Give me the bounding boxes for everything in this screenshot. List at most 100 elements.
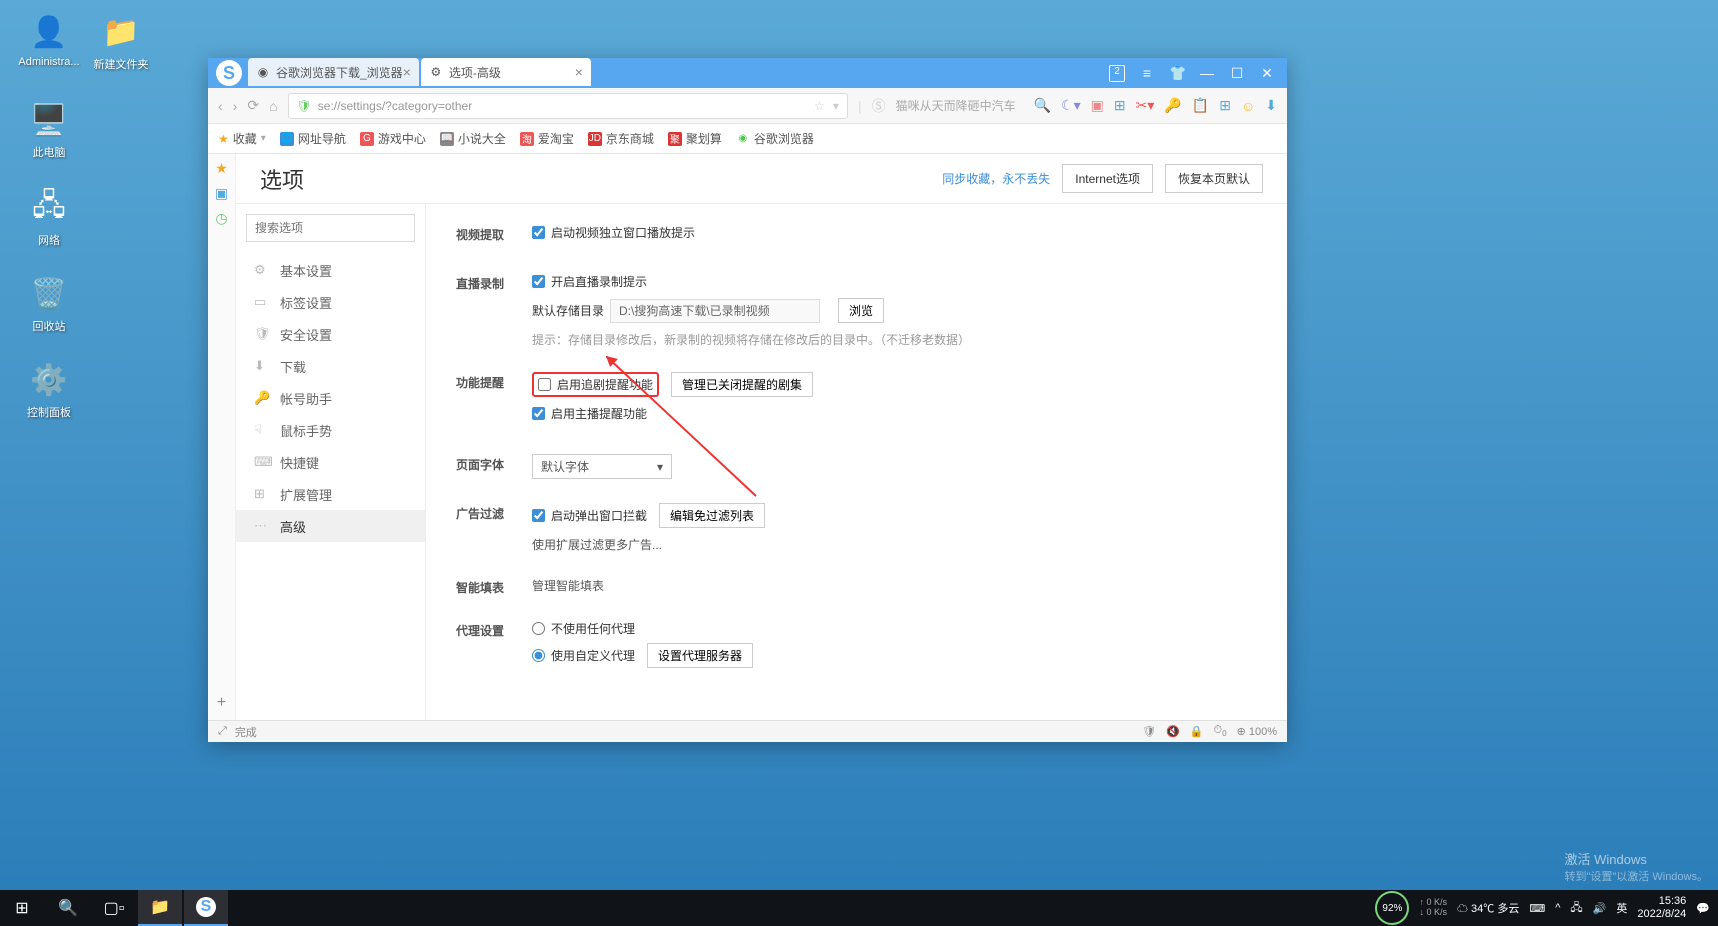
tab-settings-advanced[interactable]: ⚙ 选项-高级 × <box>421 58 591 86</box>
tray-volume-icon[interactable]: 🔊 <box>1593 902 1607 915</box>
nav-tabs[interactable]: ▭标签设置 <box>236 286 425 318</box>
lock-icon[interactable]: 🔒 <box>1190 725 1204 738</box>
nav-gesture[interactable]: ☟鼠标手势 <box>236 414 425 446</box>
speed-icon[interactable]: ⏱0 <box>1214 724 1227 738</box>
bookmark-novel[interactable]: 📖小说大全 <box>440 130 506 147</box>
menu-icon[interactable]: ≡ <box>1139 65 1155 82</box>
restore-defaults-button[interactable]: 恢复本页默认 <box>1165 164 1263 193</box>
desktop-icon-network[interactable]: 🖧网络 <box>14 188 84 248</box>
grid-icon[interactable]: ⊞ <box>1219 97 1231 114</box>
sogou-search-icon[interactable]: Ⓢ <box>872 96 886 116</box>
favorites-button[interactable]: ★收藏▾ <box>218 130 266 147</box>
bookmark-game[interactable]: G游戏中心 <box>360 130 426 147</box>
chevron-down-icon[interactable]: ▾ <box>833 99 839 113</box>
search-icon[interactable]: 🔍 <box>1034 97 1051 114</box>
bookmark-chrome[interactable]: ◉谷歌浏览器 <box>736 130 814 147</box>
tab-close-icon[interactable]: × <box>575 64 583 80</box>
translate-icon[interactable]: ⊞ <box>1114 97 1126 114</box>
desktop-icon-control-panel[interactable]: ⚙️控制面板 <box>14 360 84 420</box>
cb-drama-reminder[interactable] <box>538 378 551 391</box>
moon-icon[interactable]: ☾▾ <box>1061 97 1081 114</box>
desktop-icon-recycle[interactable]: 🗑️回收站 <box>14 274 84 334</box>
note-icon[interactable]: 📋 <box>1192 97 1209 114</box>
key-icon[interactable]: 🔑 <box>1164 97 1181 114</box>
font-select[interactable]: 默认字体▾ <box>532 454 672 479</box>
bookmark-nav[interactable]: 🌐网址导航 <box>280 130 346 147</box>
tab-chrome-download[interactable]: ◉ 谷歌浏览器下载_浏览器 × <box>248 58 419 86</box>
internet-options-button[interactable]: Internet选项 <box>1062 164 1153 193</box>
download-icon[interactable]: ⬇ <box>1265 97 1277 114</box>
start-button[interactable]: ⊞ <box>0 890 44 926</box>
manage-smart-fill-link[interactable]: 管理智能填表 <box>532 579 604 593</box>
edit-filter-list-button[interactable]: 编辑免过滤列表 <box>659 503 765 528</box>
maximize-icon[interactable]: ☐ <box>1229 65 1245 82</box>
manage-closed-reminders-button[interactable]: 管理已关闭提醒的剧集 <box>671 372 813 397</box>
tray-chevron-icon[interactable]: ^ <box>1555 902 1560 914</box>
radio-custom-proxy[interactable] <box>532 649 545 662</box>
tray-network-icon[interactable]: 🖧 <box>1570 899 1582 918</box>
nav-basic[interactable]: ⚙基本设置 <box>236 254 425 286</box>
network-speed[interactable]: ↑ 0 K/s ↓ 0 K/s <box>1419 898 1447 918</box>
minimize-icon[interactable]: — <box>1199 65 1215 82</box>
bookmark-juhuasuan[interactable]: 聚聚划算 <box>668 130 722 147</box>
nav-account[interactable]: 🔑帐号助手 <box>236 382 425 414</box>
record-path-input[interactable] <box>610 299 820 323</box>
browse-button[interactable]: 浏览 <box>838 298 884 323</box>
radio-no-proxy[interactable] <box>532 622 545 635</box>
cb-anchor-reminder[interactable] <box>532 407 545 420</box>
address-bar[interactable]: 🛡 se://settings/?category=other ☆ ▾ <box>288 93 848 119</box>
scissors-icon[interactable]: ✂▾ <box>1136 97 1155 114</box>
section-live-record-label: 直播录制 <box>456 273 532 348</box>
title-bar[interactable]: S ◉ 谷歌浏览器下载_浏览器 × ⚙ 选项-高级 × 2 ≡ 👕 — ☐ ✕ <box>208 58 1287 88</box>
nav-hotkey[interactable]: ⌨快捷键 <box>236 446 425 478</box>
highlighted-drama-reminder: 启用追剧提醒功能 <box>532 372 659 397</box>
zoom-indicator[interactable]: ⊕ 100% <box>1237 725 1277 738</box>
star-tab-icon[interactable]: ★ <box>215 160 228 177</box>
nav-advanced[interactable]: ⋯高级 <box>236 510 425 542</box>
task-view-button[interactable]: ▢▫ <box>92 890 136 926</box>
weather-indicator[interactable]: ☁ 34℃ 多云 <box>1457 900 1519 916</box>
explorer-taskbar-icon[interactable]: 📁 <box>138 890 182 926</box>
desktop-icon-folder[interactable]: 📁新建文件夹 <box>86 12 156 72</box>
sogou-taskbar-icon[interactable]: S <box>184 890 228 926</box>
expand-icon[interactable]: ⤢ <box>218 725 227 738</box>
back-icon[interactable]: ‹ <box>218 98 223 114</box>
star-icon[interactable]: ☆ <box>814 99 825 113</box>
url-bar: ‹ › ⟳ ⌂ 🛡 se://settings/?category=other … <box>208 88 1287 124</box>
clock[interactable]: 15:36 2022/8/24 <box>1637 895 1686 921</box>
cb-video-popup[interactable] <box>532 226 545 239</box>
nav-extensions[interactable]: ⊞扩展管理 <box>236 478 425 510</box>
sync-link[interactable]: 同步收藏，永不丢失 <box>942 170 1050 187</box>
battery-indicator[interactable]: 92% <box>1375 891 1409 925</box>
close-window-icon[interactable]: ✕ <box>1259 65 1275 82</box>
bookmark-taobao[interactable]: 淘爱淘宝 <box>520 130 574 147</box>
forward-icon[interactable]: › <box>233 98 238 114</box>
home-icon[interactable]: ⌂ <box>269 98 277 114</box>
shield-status-icon[interactable]: 🛡 <box>1142 725 1156 738</box>
ime-indicator[interactable]: 英 <box>1616 900 1627 916</box>
add-tab-icon[interactable]: + <box>217 694 226 712</box>
search-hint[interactable]: 猫咪从天而降砸中汽车 <box>896 97 1016 114</box>
window-count-badge[interactable]: 2 <box>1109 65 1125 82</box>
bookmark-jd[interactable]: JD京东商城 <box>588 130 654 147</box>
nav-download[interactable]: ⬇下载 <box>236 350 425 382</box>
reload-icon[interactable]: ⟳ <box>247 97 259 114</box>
desktop-icon-admin[interactable]: 👤Administra... <box>14 12 84 68</box>
cb-live-record[interactable] <box>532 275 545 288</box>
video-icon[interactable]: ▣ <box>1091 97 1104 114</box>
smile-icon[interactable]: ☺ <box>1241 98 1255 114</box>
desktop-icon-pc[interactable]: 🖥️此电脑 <box>14 100 84 160</box>
skin-icon[interactable]: 👕 <box>1169 65 1185 82</box>
clock-tab-icon[interactable]: ◷ <box>215 210 227 227</box>
notification-icon[interactable]: 💬 <box>1696 902 1710 915</box>
nav-security[interactable]: 🛡安全设置 <box>236 318 425 350</box>
mute-icon[interactable]: 🔇 <box>1166 725 1180 738</box>
search-button[interactable]: 🔍 <box>46 890 90 926</box>
search-input[interactable] <box>246 214 415 242</box>
more-ad-filter-link[interactable]: 使用扩展过滤更多广告... <box>532 538 662 552</box>
tray-keyboard-icon[interactable]: ⌨ <box>1529 902 1545 915</box>
proxy-server-button[interactable]: 设置代理服务器 <box>647 643 753 668</box>
tab-close-icon[interactable]: × <box>403 64 411 80</box>
monitor-tab-icon[interactable]: ▣ <box>215 185 228 202</box>
cb-popup-block[interactable] <box>532 509 545 522</box>
